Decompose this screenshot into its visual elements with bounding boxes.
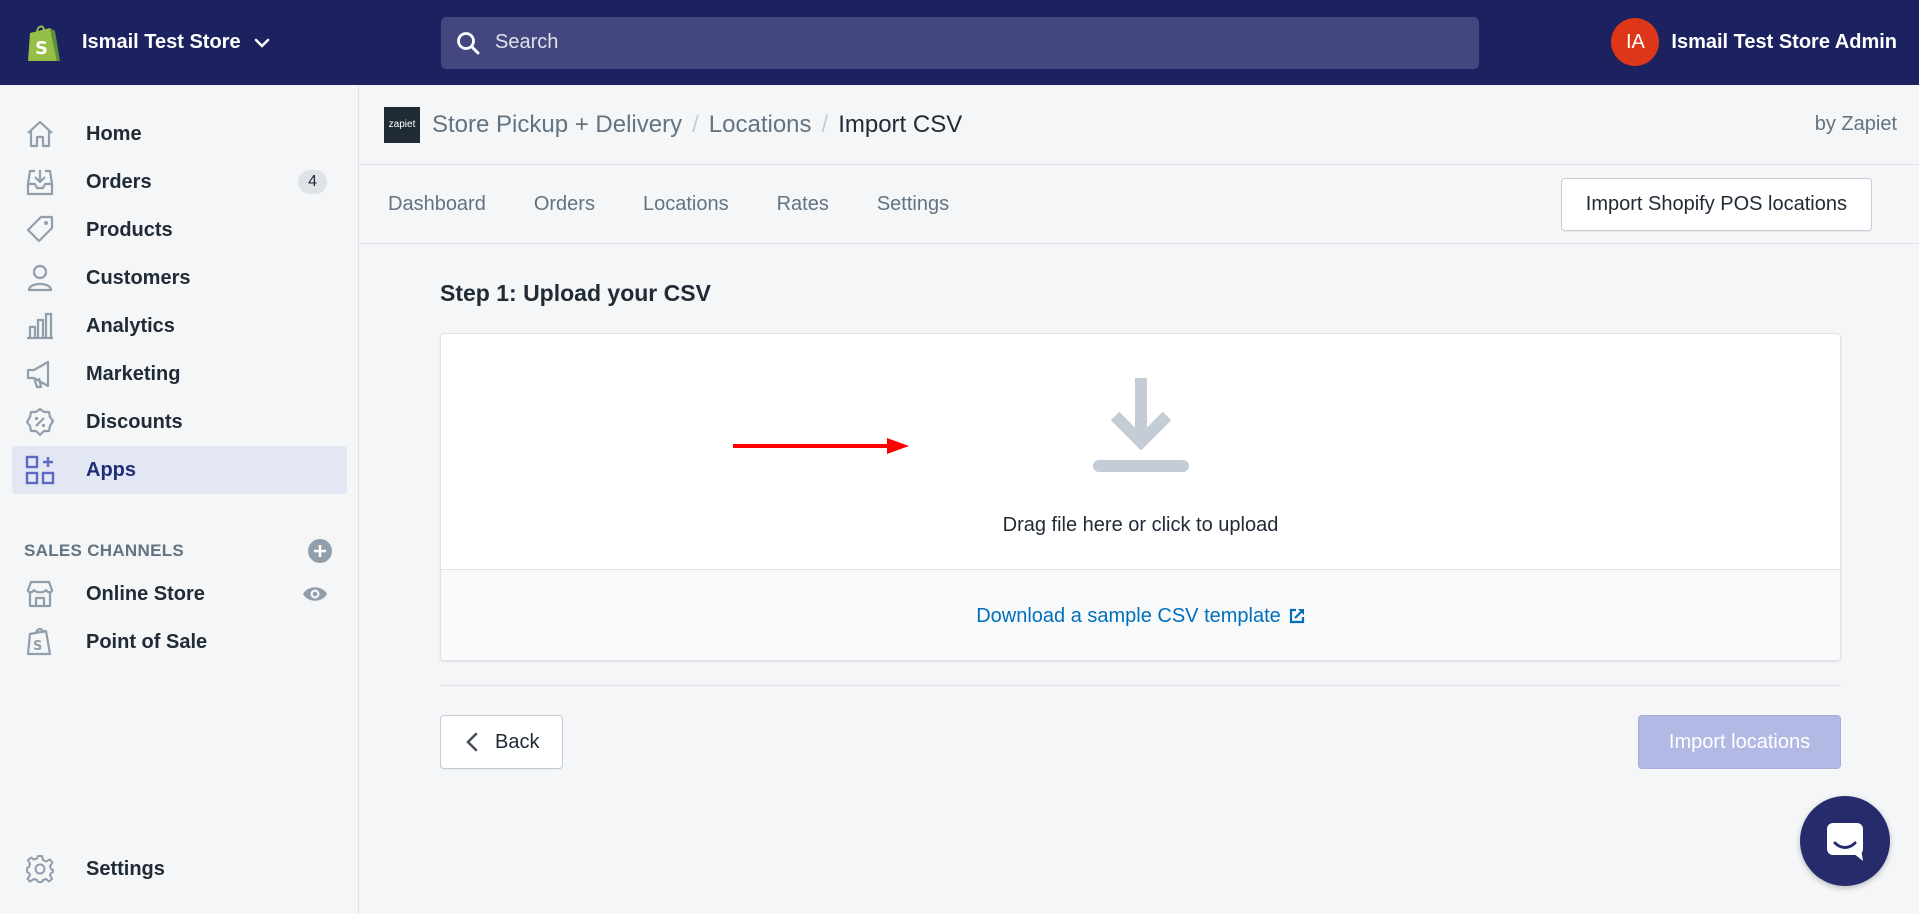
sidebar-item-apps[interactable]: Apps <box>12 446 347 494</box>
store-switcher[interactable]: S Ismail Test Store <box>0 21 441 65</box>
store-name: Ismail Test Store <box>82 31 241 53</box>
chevron-down-icon <box>254 38 269 48</box>
eye-icon[interactable] <box>301 580 329 608</box>
home-icon <box>27 120 53 148</box>
sidebar-item-label: Apps <box>86 458 136 481</box>
admin-menu[interactable]: IA Ismail Test Store Admin <box>1611 18 1897 66</box>
point-of-sale-icon: S <box>26 627 52 656</box>
add-channel-plus-icon[interactable] <box>306 537 334 565</box>
sidebar-item-products[interactable]: Products <box>12 206 347 254</box>
avatar: IA <box>1611 18 1660 66</box>
page-title: Import CSV <box>838 110 963 138</box>
step-title: Step 1: Upload your CSV <box>440 280 711 306</box>
tab-rates[interactable]: Rates <box>777 193 829 216</box>
external-link-icon <box>1289 608 1304 624</box>
customers-icon <box>27 264 53 292</box>
sidebar-item-label: Discounts <box>86 410 183 433</box>
sales-channels-header: SALES CHANNELS <box>24 537 334 565</box>
sidebar-item-label: Customers <box>86 266 191 289</box>
sidebar-item-label: Settings <box>86 857 165 880</box>
tab-orders[interactable]: Orders <box>534 193 595 216</box>
sidebar-item-label: Products <box>86 218 173 241</box>
sidebar-item-discounts[interactable]: Discounts <box>12 398 347 446</box>
marketing-icon <box>26 360 50 389</box>
sidebar-item-analytics[interactable]: Analytics <box>12 302 347 350</box>
shopify-logo-icon: S <box>28 24 60 61</box>
orders-count-badge: 4 <box>298 170 327 194</box>
divider <box>440 685 1841 686</box>
discounts-icon <box>25 407 55 437</box>
products-icon <box>26 215 54 243</box>
search-icon <box>457 31 480 54</box>
app-header: zapiet Store Pickup + Delivery / Locatio… <box>360 85 1919 165</box>
back-button-label: Back <box>495 730 540 753</box>
sidebar-item-settings[interactable]: Settings <box>12 845 347 893</box>
sidebar-item-label: Orders <box>86 170 152 193</box>
sidebar-item-marketing[interactable]: Marketing <box>12 350 347 398</box>
sidebar-item-label: Online Store <box>86 582 205 605</box>
sidebar-item-customers[interactable]: Customers <box>12 254 347 302</box>
admin-name: Ismail Test Store Admin <box>1671 30 1897 53</box>
back-button[interactable]: Back <box>440 715 563 769</box>
chat-icon <box>1827 823 1863 861</box>
dropzone-text: Drag file here or click to upload <box>1002 514 1279 536</box>
sales-channels-title: SALES CHANNELS <box>24 541 185 560</box>
card-footer: Download a sample CSV template <box>441 570 1840 660</box>
app-tabs: Dashboard Orders Locations Rates Setting… <box>360 165 1919 244</box>
svg-text:S: S <box>33 639 42 654</box>
zapiet-logo: zapiet <box>384 106 420 143</box>
sidebar-item-label: Analytics <box>86 314 175 337</box>
gear-icon <box>26 855 54 883</box>
breadcrumb-separator: / <box>692 110 699 138</box>
tab-dashboard[interactable]: Dashboard <box>388 193 486 216</box>
chat-launcher[interactable] <box>1800 796 1890 886</box>
download-template-link[interactable]: Download a sample CSV template <box>976 605 1305 628</box>
red-arrow-annotation <box>733 438 909 454</box>
search-bar[interactable] <box>441 16 1479 69</box>
sidebar-item-online-store[interactable]: Online Store <box>12 570 347 618</box>
online-store-icon <box>26 580 54 608</box>
download-arrow-icon <box>1093 378 1189 472</box>
tab-settings[interactable]: Settings <box>877 193 949 216</box>
breadcrumb-separator: / <box>821 110 829 138</box>
sidebar-item-label: Home <box>86 122 142 145</box>
sidebar-item-label: Point of Sale <box>86 630 208 653</box>
file-dropzone[interactable]: Drag file here or click to upload <box>441 334 1840 570</box>
sidebar-item-label: Marketing <box>86 362 181 385</box>
import-pos-locations-button[interactable]: Import Shopify POS locations <box>1560 178 1872 231</box>
breadcrumb-locations[interactable]: Locations <box>709 111 812 139</box>
search-input[interactable] <box>495 31 1395 54</box>
analytics-icon <box>27 312 53 340</box>
svg-text:S: S <box>35 38 48 59</box>
orders-icon <box>26 169 54 196</box>
breadcrumb-app[interactable]: Store Pickup + Delivery <box>432 111 682 139</box>
download-template-label: Download a sample CSV template <box>976 604 1281 627</box>
sidebar: Home Orders 4 Products Customers Analyti… <box>0 85 359 914</box>
chevron-left-icon <box>466 732 478 752</box>
sidebar-item-home[interactable]: Home <box>12 110 347 158</box>
byline: by Zapiet <box>1814 113 1897 135</box>
sidebar-item-point-of-sale[interactable]: S Point of Sale <box>12 618 347 666</box>
upload-card: Drag file here or click to upload Downlo… <box>440 333 1841 661</box>
import-locations-button[interactable]: Import locations <box>1638 715 1841 769</box>
apps-icon <box>25 455 55 485</box>
tab-locations[interactable]: Locations <box>643 193 729 216</box>
top-bar: S Ismail Test Store IA Ismail Test Store… <box>0 0 1919 85</box>
sidebar-item-orders[interactable]: Orders 4 <box>12 158 347 206</box>
